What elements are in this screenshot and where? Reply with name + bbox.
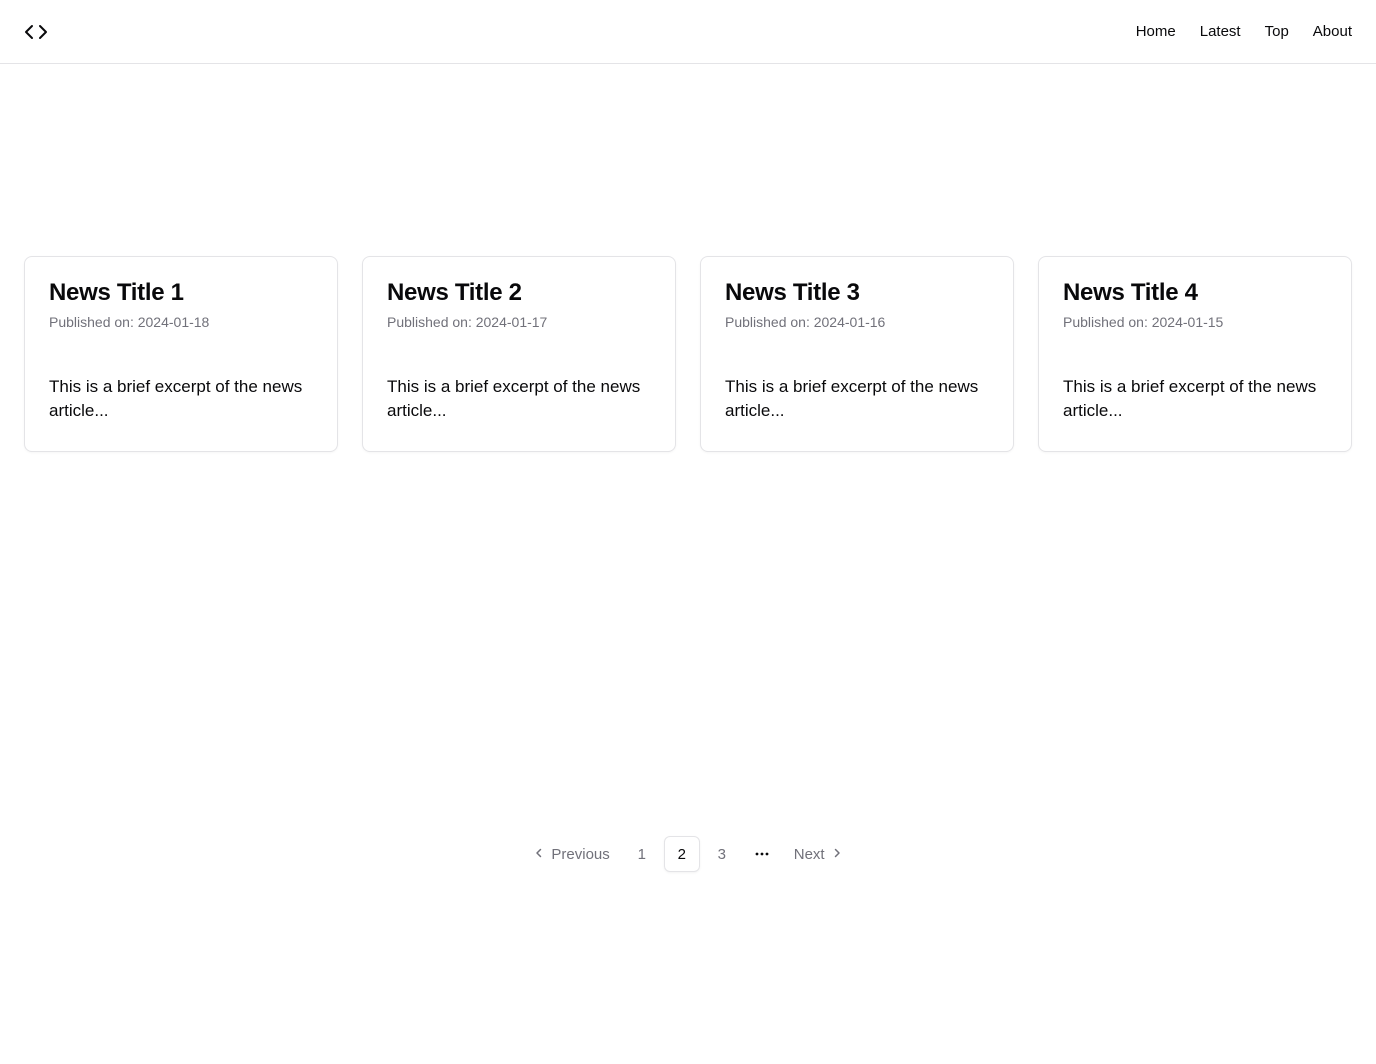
article-excerpt: This is a brief excerpt of the news arti… <box>49 377 303 420</box>
chevron-left-icon <box>533 846 545 863</box>
article-excerpt: This is a brief excerpt of the news arti… <box>387 377 641 420</box>
page-1-button[interactable]: 1 <box>624 836 660 872</box>
page-2-button[interactable]: 2 <box>663 836 700 872</box>
main-nav: Home Latest Top About <box>1136 23 1352 40</box>
article-title: News Title 4 <box>1063 279 1198 306</box>
article-date: Published on: 2024-01-16 <box>725 314 886 330</box>
article-title: News Title 3 <box>725 279 860 306</box>
code-brackets-icon[interactable] <box>24 20 48 44</box>
nav-latest-link[interactable]: Latest <box>1200 23 1241 40</box>
article-title: News Title 2 <box>387 279 522 306</box>
article-date: Published on: 2024-01-15 <box>1063 314 1224 330</box>
article-date: Published on: 2024-01-17 <box>387 314 548 330</box>
next-page-button[interactable]: Next <box>784 836 853 872</box>
article-list: News Title 1 Published on: 2024-01-18 Th… <box>24 256 1352 452</box>
nav-home-link[interactable]: Home <box>1136 23 1176 40</box>
nav-about-link[interactable]: About <box>1313 23 1352 40</box>
page-3-button[interactable]: 3 <box>704 836 740 872</box>
article-card[interactable]: News Title 1 Published on: 2024-01-18 Th… <box>24 256 338 452</box>
previous-page-button[interactable]: Previous <box>523 836 619 872</box>
previous-label: Previous <box>551 845 610 863</box>
article-excerpt: This is a brief excerpt of the news arti… <box>1063 377 1317 420</box>
article-title: News Title 1 <box>49 279 184 306</box>
article-card[interactable]: News Title 2 Published on: 2024-01-17 Th… <box>362 256 676 452</box>
article-card[interactable]: News Title 4 Published on: 2024-01-15 Th… <box>1038 256 1352 452</box>
pagination: Previous 1 2 3 Next <box>0 836 1376 872</box>
next-label: Next <box>793 845 825 863</box>
more-horizontal-icon <box>744 836 780 872</box>
site-header: Home Latest Top About <box>0 0 1376 64</box>
article-excerpt: This is a brief excerpt of the news arti… <box>725 377 979 420</box>
article-card[interactable]: News Title 3 Published on: 2024-01-16 Th… <box>700 256 1014 452</box>
article-date: Published on: 2024-01-18 <box>49 314 210 330</box>
nav-top-link[interactable]: Top <box>1265 23 1289 40</box>
chevron-right-icon <box>831 846 843 863</box>
